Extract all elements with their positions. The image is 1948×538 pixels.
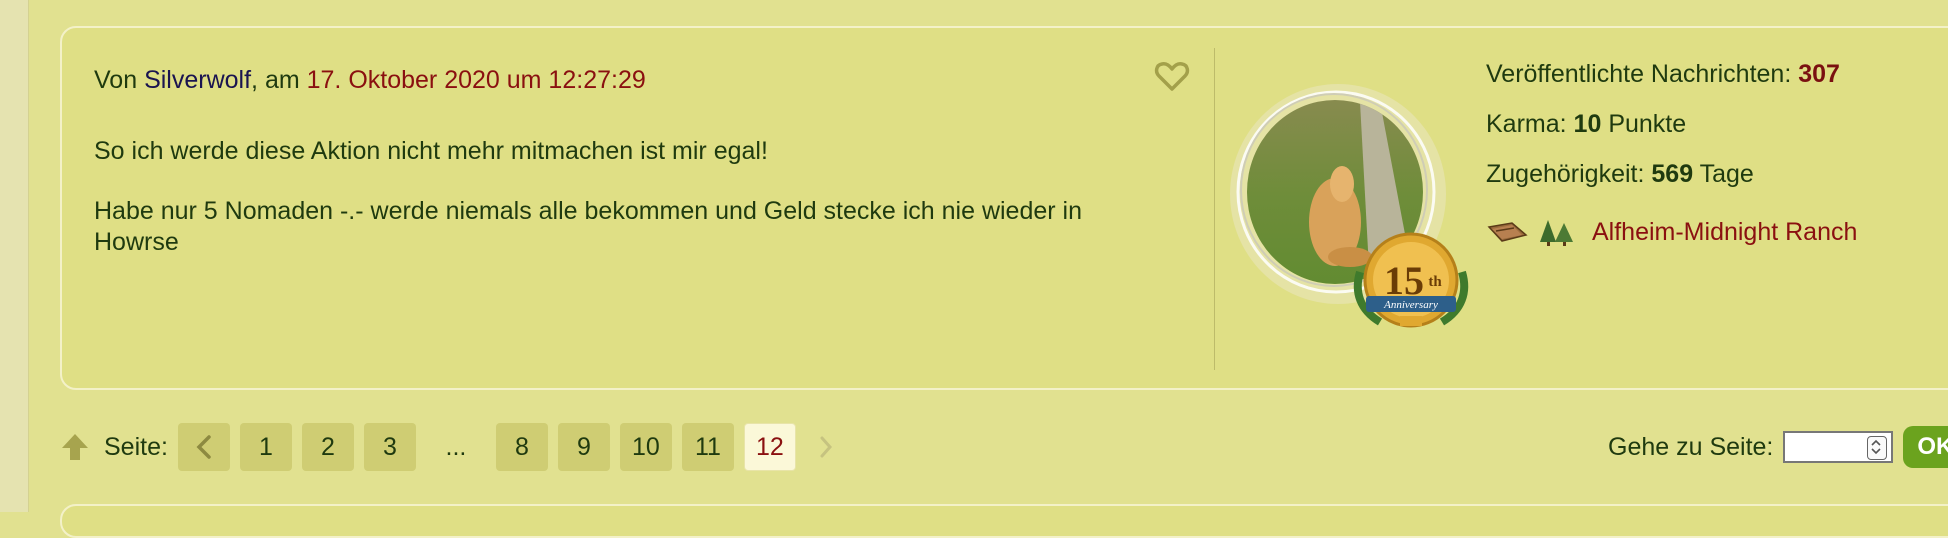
next-page-button <box>806 423 846 471</box>
page-button[interactable]: 1 <box>239 423 292 471</box>
stat-value: 569 <box>1651 160 1694 188</box>
stat-value: 10 <box>1573 110 1602 138</box>
pagination: Seite: 1 2 3 ... 8 9 10 11 12 <box>60 422 846 472</box>
goto-page-field <box>1783 431 1894 463</box>
heart-icon[interactable] <box>1154 58 1190 94</box>
stat-messages: Veröffentlichte Nachrichten: 307 <box>1486 60 1840 89</box>
post-date-link[interactable]: 17. Oktober 2020 um 12:27:29 <box>307 66 646 94</box>
arrow-up-icon[interactable] <box>60 432 90 462</box>
page-button[interactable]: 8 <box>495 423 548 471</box>
ranch-link[interactable]: Alfheim-Midnight Ranch <box>1592 218 1857 247</box>
stepper-arrows-icon <box>1871 439 1881 455</box>
chevron-left-icon <box>196 435 211 459</box>
page-label: Seite: <box>104 432 168 461</box>
post-prefix: Von <box>94 66 138 94</box>
post-message-line: So ich werde diese Aktion nicht mehr mit… <box>94 137 768 165</box>
chevron-right-icon <box>820 436 832 458</box>
post-header: Von Silverwolf, am 17. Oktober 2020 um 1… <box>94 66 646 95</box>
page-ellipsis: ... <box>445 432 467 461</box>
tack-icon <box>1487 222 1528 242</box>
author-link[interactable]: Silverwolf <box>144 66 251 94</box>
forum-post: Von Silverwolf, am 17. Oktober 2020 um 1… <box>60 26 1948 390</box>
stat-karma: Karma: 10 Punkte <box>1486 110 1686 139</box>
prev-page-button[interactable] <box>177 423 230 471</box>
user-avatar[interactable]: 15 th Anniversary <box>1230 72 1480 342</box>
ok-button[interactable]: OK <box>1903 426 1948 468</box>
goto-page: Gehe zu Seite: OK <box>1608 422 1948 472</box>
page-button[interactable]: 11 <box>681 423 734 471</box>
trees-icon <box>1540 220 1573 246</box>
stat-unit: Punkte <box>1608 110 1687 138</box>
stat-label: Karma: <box>1486 110 1567 138</box>
stat-membership: Zugehörigkeit: 569 Tage <box>1486 160 1754 189</box>
badge-suffix: th <box>1428 274 1442 290</box>
page-button[interactable]: 3 <box>363 423 416 471</box>
date-separator: , am <box>251 66 300 94</box>
stat-unit: Tage <box>1699 160 1754 188</box>
goto-label: Gehe zu Seite: <box>1608 432 1774 461</box>
current-page: 12 <box>743 423 796 471</box>
number-stepper[interactable] <box>1867 436 1888 460</box>
stat-label: Zugehörigkeit: <box>1486 160 1645 188</box>
page-button[interactable]: 10 <box>619 423 672 471</box>
stat-value: 307 <box>1798 60 1840 88</box>
page-button[interactable]: 2 <box>301 423 354 471</box>
stat-label: Veröffentlichte Nachrichten: <box>1486 60 1792 88</box>
ranch-row: Alfheim-Midnight Ranch <box>1486 216 1857 248</box>
left-border-strip <box>0 0 29 512</box>
post-message-line: Habe nur 5 Nomaden -.- werde niemals all… <box>94 197 1083 256</box>
next-post-edge <box>60 504 1948 538</box>
goto-page-input[interactable] <box>1785 433 1874 461</box>
post-divider <box>1214 48 1215 370</box>
page-button[interactable]: 9 <box>557 423 610 471</box>
badge-text: Anniversary <box>1383 299 1438 311</box>
